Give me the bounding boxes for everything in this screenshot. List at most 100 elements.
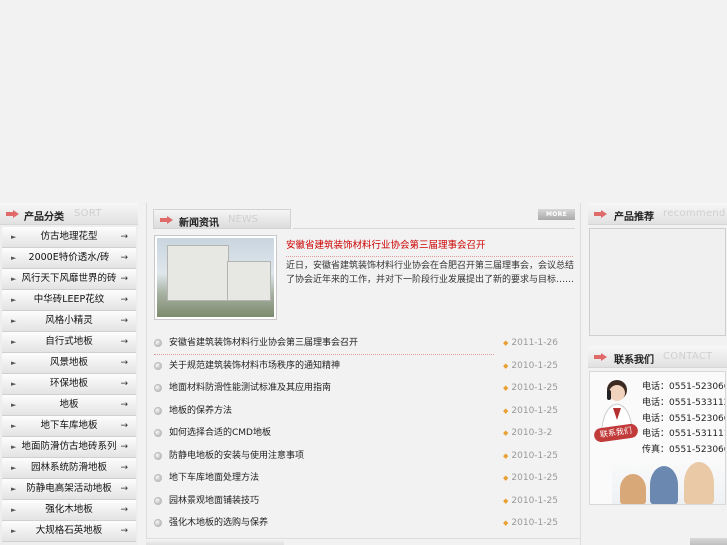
bullet-icon: ► (11, 380, 17, 388)
category-label: 仿古地理花型 (40, 231, 98, 242)
bullet-icon: ► (11, 422, 17, 430)
date-text: 2010-3-2 (511, 428, 553, 438)
news-item[interactable]: 防静电地板的安装与使用注意事项 ◆ 2010-1-25 (154, 445, 574, 468)
category-item[interactable]: ► 强化木地板 → (2, 500, 136, 521)
category-item[interactable]: ► 园林系统防滑地板 → (2, 458, 136, 479)
recommend-box (589, 228, 726, 336)
category-item[interactable]: ► 地面防滑仿古地砖系列 → (2, 437, 136, 458)
phone-line: 电话：0551-5331122 (642, 397, 726, 408)
arrow-right-icon: → (120, 232, 128, 242)
bullet-icon (154, 406, 162, 415)
news-item-title[interactable]: 安徽省建筑装饰材料行业协会第三届理事会召开 (169, 332, 358, 354)
news-item-title[interactable]: 地面材料防滑性能测试标准及其应用指南 (169, 377, 331, 399)
diamond-icon: ◆ (503, 474, 509, 482)
right-sidebar: 产品推荐 recommend 联系我们 CONTACT 联系我们 电话：0551… (588, 203, 727, 545)
date-text: 2010-1-25 (511, 383, 558, 393)
category-item[interactable]: ► 自行式地板 → (2, 332, 136, 353)
arrow-right-icon: → (120, 463, 128, 473)
diamond-icon: ◆ (503, 519, 509, 527)
bullet-icon (154, 519, 162, 527)
next-section-tab (146, 539, 284, 545)
next-section-header (146, 538, 581, 545)
category-label: 自行式地板 (45, 336, 93, 347)
news-item-title[interactable]: 园林景观地面铺装技巧 (169, 490, 259, 512)
news-item-title[interactable]: 地板的保养方法 (169, 400, 232, 422)
news-title: 新闻资讯 (179, 218, 219, 229)
news-item-date: ◆ 2010-1-25 (503, 512, 558, 534)
news-item-date: ◆ 2010-1-25 (503, 445, 558, 467)
phone-line: 传真：0551-5230669 (642, 445, 726, 456)
feature-news-desc: 近日，安徽省建筑装饰材料行业协会在合肥召开第三届理事会，会议总结了协会近年来的工… (286, 261, 575, 285)
bullet-icon: ► (11, 443, 17, 451)
news-item-date: ◆ 2010-3-2 (503, 422, 552, 444)
category-item[interactable]: ► 大规格石英地板 → (2, 521, 136, 542)
category-label: 中华砖LEEP花纹 (33, 294, 105, 305)
category-item[interactable]: ► 风格小精灵 → (2, 311, 136, 332)
category-label: 大规格石英地板 (35, 525, 103, 536)
news-item-title[interactable]: 如何选择合适的CMD地板 (169, 422, 271, 444)
bullet-icon (154, 361, 162, 370)
feature-image[interactable] (154, 235, 277, 320)
category-item[interactable]: ► 中华砖LEEP花纹 → (2, 290, 136, 311)
news-item-date: ◆ 2010-1-25 (503, 400, 558, 422)
contact-header: 联系我们 CONTACT (588, 346, 727, 368)
contact-title-en: CONTACT (663, 351, 713, 362)
category-item[interactable]: ► 地板 → (2, 395, 136, 416)
bullet-icon: ► (11, 233, 17, 241)
news-item-title[interactable]: 地下车库地面处理方法 (169, 467, 259, 489)
news-item-title[interactable]: 关于规范建筑装饰材料市场秩序的通知精神 (169, 355, 340, 377)
category-item[interactable]: ► 环保地板 → (2, 374, 136, 395)
news-item[interactable]: 安徽省建筑装饰材料行业协会第三届理事会召开 ◆ 2011-1-26 (154, 332, 558, 355)
news-item[interactable]: 地板的保养方法 ◆ 2010-1-25 (154, 400, 574, 423)
category-item[interactable]: ► 仿古地理花型 → (2, 227, 136, 248)
bullet-icon (154, 384, 162, 392)
news-item-title[interactable]: 强化木地板的选购与保养 (169, 512, 268, 534)
news-item[interactable]: 地面材料防滑性能测试标准及其应用指南 ◆ 2010-1-25 (154, 377, 574, 400)
category-label: 地面防滑仿古地砖系列 (21, 441, 117, 452)
diamond-icon: ◆ (503, 451, 509, 460)
category-item[interactable]: ► 防静电高架活动地板 → (2, 479, 136, 500)
news-item[interactable]: 强化木地板的选购与保养 ◆ 2010-1-25 (154, 512, 574, 535)
diamond-icon: ◆ (503, 406, 509, 415)
category-label: 地下车库地板 (40, 420, 98, 431)
news-item[interactable]: 关于规范建筑装饰材料市场秩序的通知精神 ◆ 2010-1-25 (154, 355, 574, 378)
date-text: 2010-1-25 (511, 405, 558, 416)
arrow-right-icon: → (120, 442, 128, 452)
date-text: 2011-1-26 (511, 338, 558, 348)
arrow-right-icon: → (120, 295, 128, 305)
category-item[interactable]: ► 2000E特价透水/砖 → (2, 248, 136, 269)
bullet-icon: ► (11, 254, 17, 262)
news-item-title[interactable]: 防静电地板的安装与使用注意事项 (169, 445, 304, 467)
category-label: 2000E特价透水/砖 (28, 252, 110, 263)
category-item[interactable]: ► 风行天下风靡世界的砖 → (2, 269, 136, 290)
news-title-en: NEWS (228, 214, 259, 225)
news-item[interactable]: 园林景观地面铺装技巧 ◆ 2010-1-25 (154, 490, 574, 513)
more-button[interactable]: MORE (538, 209, 575, 220)
recommend-title-en: recommend (663, 208, 726, 219)
arrow-right-icon: → (120, 316, 128, 326)
arrow-right-icon: → (120, 379, 128, 389)
date-text: 2010-1-25 (511, 495, 558, 506)
news-item-date: ◆ 2010-1-25 (503, 355, 558, 377)
arrow-icon (6, 210, 19, 218)
category-list: ► 仿古地理花型 → ► 2000E特价透水/砖 → ► 风行天下风靡世界的砖 → ► 中华砖LEE… (2, 227, 136, 542)
category-title: 产品分类 (24, 212, 64, 223)
arrow-right-icon: → (120, 358, 128, 368)
diamond-icon: ◆ (503, 384, 509, 392)
phone-line: 电话：0551-5230666 (642, 382, 726, 392)
more-button-bottom[interactable] (690, 538, 727, 545)
news-item[interactable]: 地下车库地面处理方法 ◆ 2010-1-25 (154, 467, 574, 490)
bullet-icon (154, 474, 162, 482)
category-item[interactable]: ► 地下车库地板 → (2, 416, 136, 437)
news-item[interactable]: 如何选择合适的CMD地板 ◆ 2010-3-2 (154, 422, 574, 445)
news-section: 新闻资讯 NEWS MORE 安徽省建筑装饰材料行业协会第三届理事会召开 近日，… (146, 203, 581, 545)
category-item[interactable]: ► 风景地板 → (2, 353, 136, 374)
feature-news-title[interactable]: 安徽省建筑装饰材料行业协会第三届理事会召开 (286, 237, 573, 257)
diamond-icon: ◆ (503, 496, 509, 505)
arrow-icon (594, 353, 607, 361)
bullet-icon (154, 496, 162, 505)
bullet-icon: ► (11, 506, 17, 514)
category-sidebar: 产品分类 SORT ► 仿古地理花型 → ► 2000E特价透水/砖 → ► 风行天下风靡世界… (0, 203, 138, 545)
category-header: 产品分类 SORT (0, 203, 138, 225)
category-label: 风景地板 (49, 357, 88, 368)
